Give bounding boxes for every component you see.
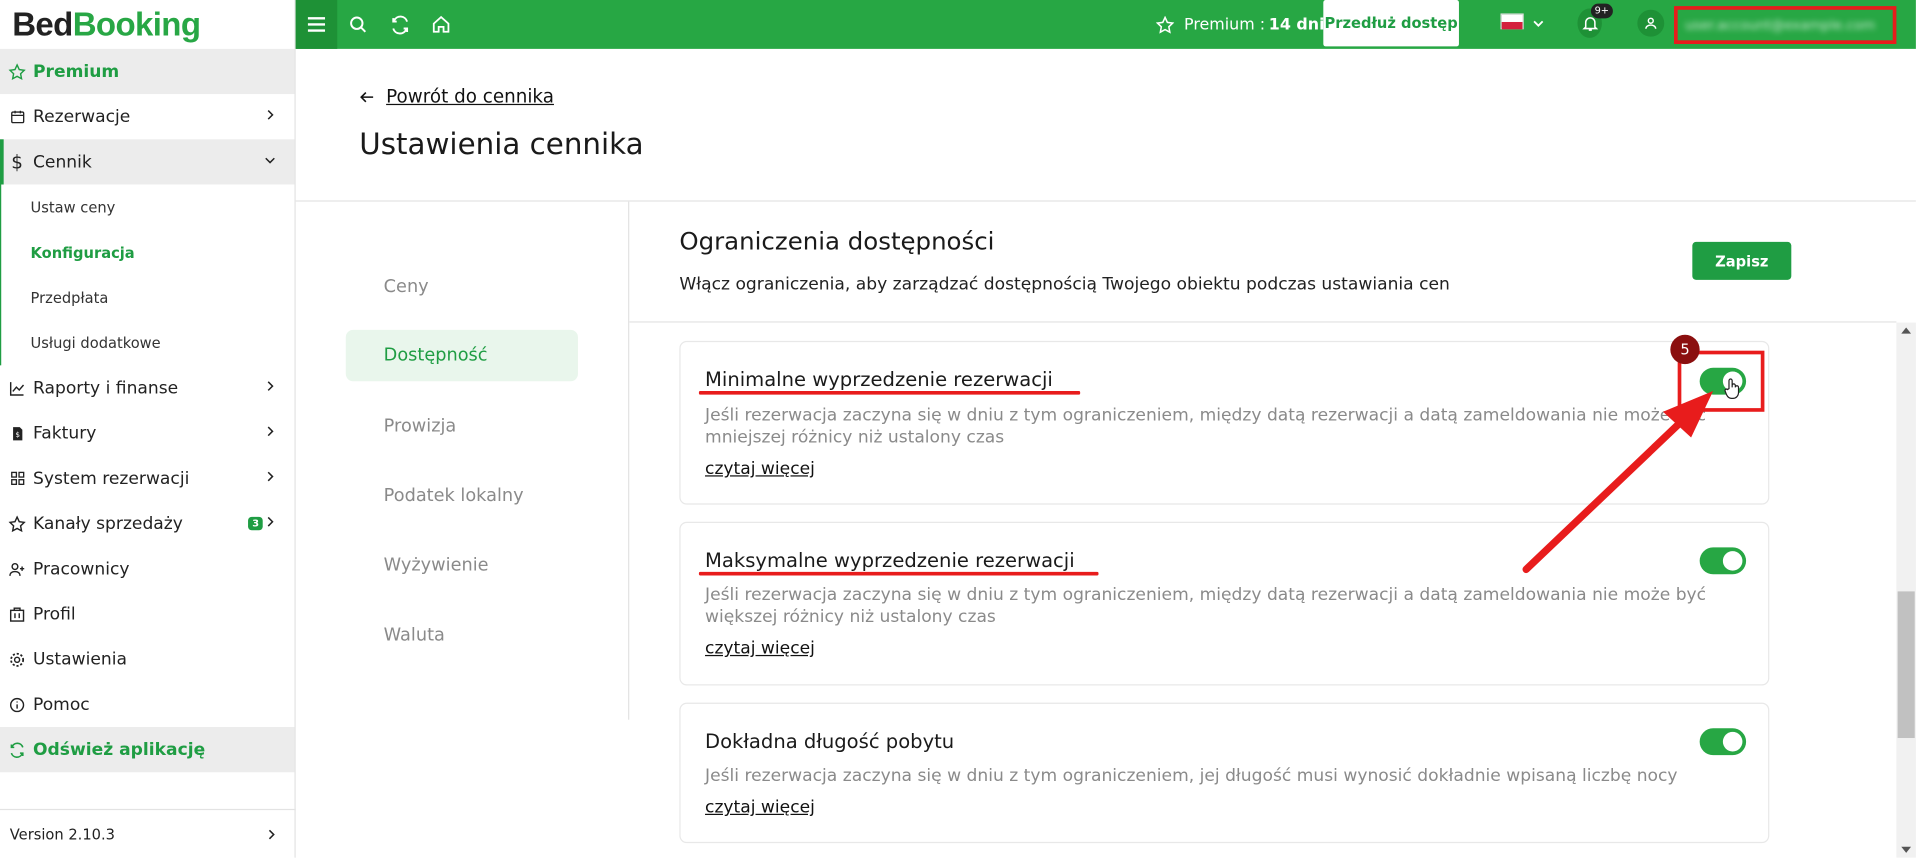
annotation-arrow-icon	[1522, 391, 1714, 574]
scrollbar-thumb[interactable]	[1897, 591, 1915, 739]
hand-cursor-icon	[1724, 378, 1740, 399]
scrollbar[interactable]	[1896, 322, 1916, 858]
scroll-up-arrow-icon[interactable]	[1901, 327, 1912, 334]
scroll-down-arrow-icon[interactable]	[1901, 846, 1912, 853]
